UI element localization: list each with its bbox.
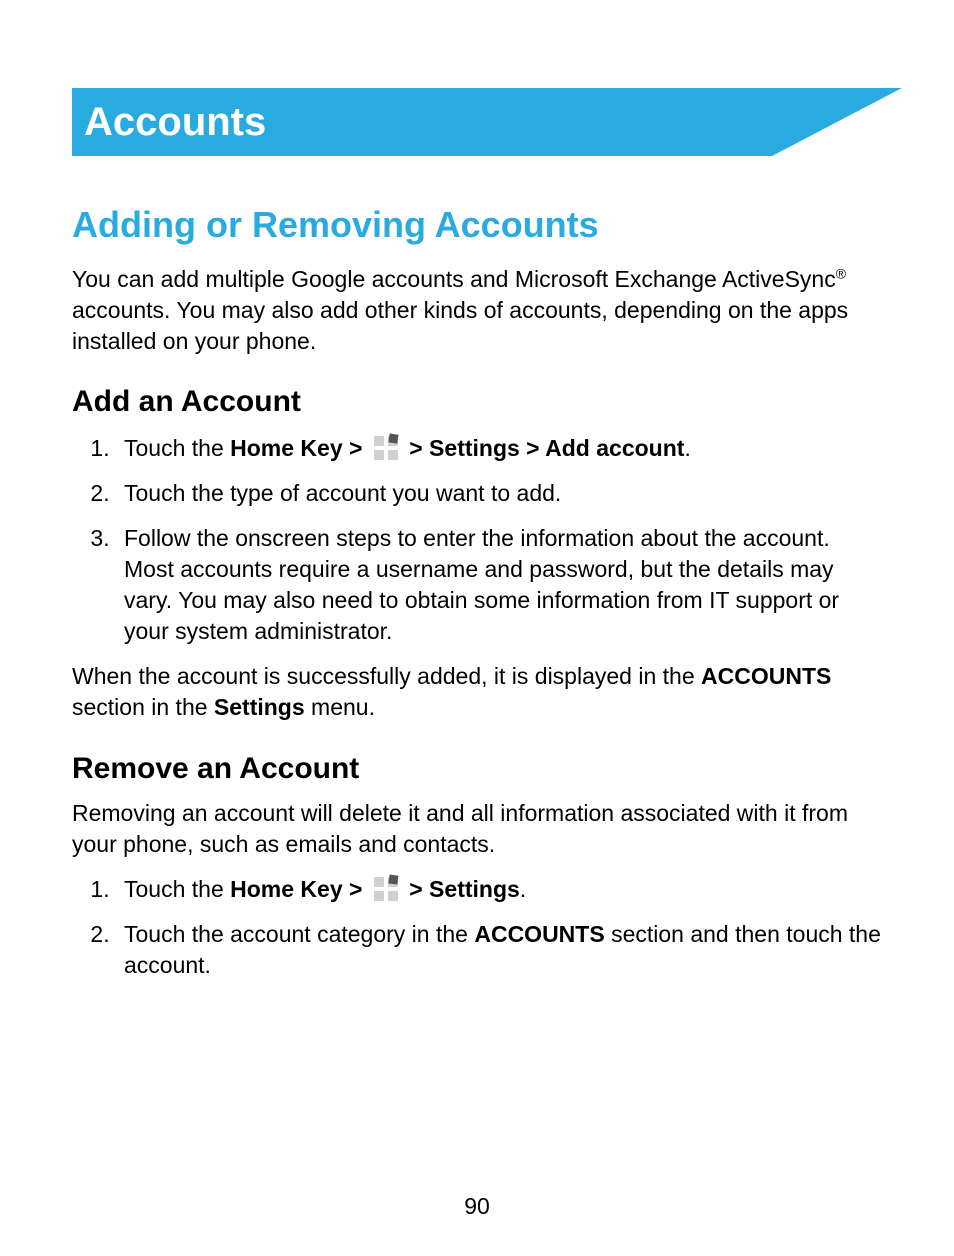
step-bold-accounts: ACCOUNTS	[474, 921, 604, 947]
remove-step-1: Touch the Home Key > > Settings.	[116, 874, 882, 905]
chapter-title: Accounts	[72, 88, 882, 156]
step-text-end: .	[520, 876, 526, 902]
add-account-heading: Add an Account	[72, 385, 882, 419]
note-text-2: section in the	[72, 694, 214, 720]
step-bold: Home Key >	[230, 435, 369, 461]
add-step-2: Touch the type of account you want to ad…	[116, 478, 882, 509]
step-text: Touch the	[124, 876, 230, 902]
step-bold-2: > Settings > Add account	[403, 435, 685, 461]
step-text: Touch the account category in the	[124, 921, 474, 947]
apps-icon	[371, 874, 401, 904]
add-step-3: Follow the onscreen steps to enter the i…	[116, 523, 882, 647]
add-account-note: When the account is successfully added, …	[72, 661, 882, 723]
remove-step-2: Touch the account category in the ACCOUN…	[116, 919, 882, 981]
remove-account-steps: Touch the Home Key > > Settings. Touch t…	[72, 874, 882, 981]
note-text: When the account is successfully added, …	[72, 663, 701, 689]
section-heading: Adding or Removing Accounts	[72, 204, 882, 246]
step-text-end: .	[684, 435, 690, 461]
page-number: 90	[0, 1193, 954, 1220]
registered-mark: ®	[836, 265, 846, 281]
intro-text-2: accounts. You may also add other kinds o…	[72, 297, 848, 354]
step-text: Touch the	[124, 435, 230, 461]
remove-account-heading: Remove an Account	[72, 752, 882, 786]
step-bold: Home Key >	[230, 876, 369, 902]
intro-paragraph: You can add multiple Google accounts and…	[72, 264, 882, 357]
step-bold-2: > Settings	[403, 876, 520, 902]
intro-text-1: You can add multiple Google accounts and…	[72, 266, 836, 292]
add-account-steps: Touch the Home Key > > Settings > Add ac…	[72, 433, 882, 647]
apps-icon	[371, 433, 401, 463]
note-text-3: menu.	[305, 694, 375, 720]
add-step-1: Touch the Home Key > > Settings > Add ac…	[116, 433, 882, 464]
note-bold-accounts: ACCOUNTS	[701, 663, 831, 689]
remove-intro: Removing an account will delete it and a…	[72, 798, 882, 860]
chapter-banner: Accounts	[72, 88, 882, 156]
note-bold-settings: Settings	[214, 694, 305, 720]
